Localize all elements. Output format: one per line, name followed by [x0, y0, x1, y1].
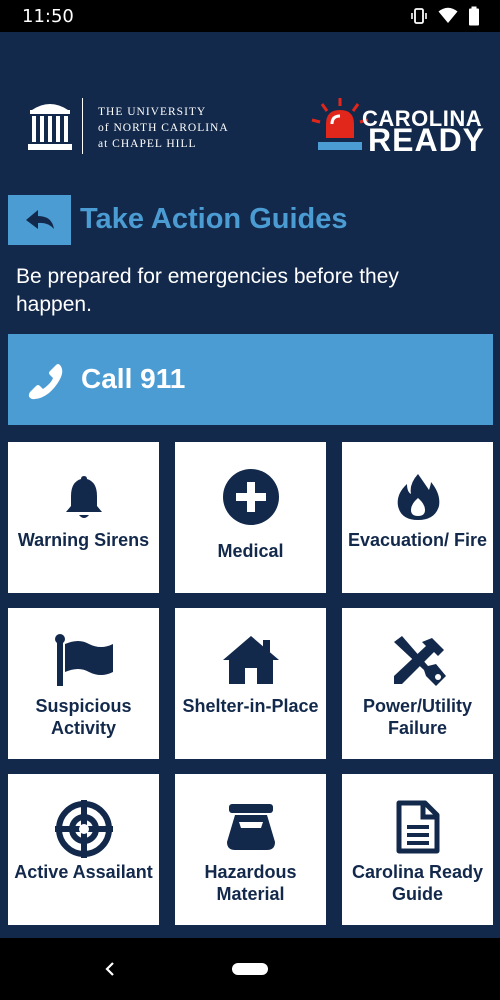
- fire-icon: [397, 474, 439, 520]
- tile-label: Suspicious Activity: [35, 696, 132, 738]
- tile-carolina-ready-guide[interactable]: Carolina Ready Guide: [342, 774, 493, 925]
- nav-back-icon[interactable]: [102, 960, 118, 978]
- tile-label: Carolina Ready Guide: [351, 862, 484, 904]
- logo-divider: [82, 98, 83, 154]
- tile-medical[interactable]: Medical: [175, 442, 326, 593]
- phone-icon: [28, 364, 63, 400]
- tile-hazardous-material[interactable]: Hazardous Material: [175, 774, 326, 925]
- system-navigation-bar: [0, 938, 500, 1000]
- unc-old-well-logo: [28, 104, 72, 150]
- unc-wordmark: THE UNIVERSITY of NORTH CAROLINA at CHAP…: [98, 104, 229, 152]
- back-button[interactable]: [8, 195, 71, 245]
- siren-icon: [311, 98, 369, 150]
- call-911-button[interactable]: Call 911: [8, 334, 493, 425]
- nav-home-pill[interactable]: [232, 963, 268, 975]
- page-title: Take Action Guides: [80, 203, 348, 235]
- tile-suspicious-activity[interactable]: Suspicious Activity: [8, 608, 159, 759]
- reply-arrow-icon: [26, 210, 54, 229]
- medical-cross-icon: [222, 469, 279, 525]
- unc-line-3: at CHAPEL HILL: [98, 138, 197, 150]
- house-icon: [222, 636, 279, 684]
- flag-icon: [54, 634, 113, 686]
- tile-label: Shelter-in-Place: [182, 696, 319, 716]
- tile-label: Hazardous Material: [204, 862, 297, 904]
- tile-label: Evacuation/ Fire: [347, 530, 488, 550]
- unc-line-2: of NORTH CAROLINA: [98, 122, 229, 134]
- battery-icon: [469, 6, 479, 26]
- tile-label: Medical: [217, 541, 284, 561]
- crosshair-icon: [54, 800, 113, 858]
- tile-label: Active Assailant: [14, 862, 153, 882]
- status-icons: [410, 6, 480, 26]
- carolina-ready-line-2: READY: [368, 122, 486, 158]
- status-bar: 11:50: [0, 0, 500, 32]
- wifi-icon: [438, 7, 458, 23]
- tile-label: Power/Utility Failure: [362, 696, 473, 738]
- tile-power-utility-failure[interactable]: Power/Utility Failure: [342, 608, 493, 759]
- tile-active-assailant[interactable]: Active Assailant: [8, 774, 159, 925]
- tools-icon: [393, 636, 446, 686]
- hazmat-container-icon: [226, 804, 275, 850]
- tile-label: Warning Sirens: [17, 530, 150, 550]
- unc-line-1: THE UNIVERSITY: [98, 106, 207, 118]
- tile-shelter-in-place[interactable]: Shelter-in-Place: [175, 608, 326, 759]
- tile-warning-sirens[interactable]: Warning Sirens: [8, 442, 159, 593]
- status-time: 11:50: [22, 6, 74, 27]
- call-911-label: Call 911: [81, 363, 186, 394]
- vibrate-icon: [411, 8, 427, 24]
- document-icon: [396, 800, 439, 854]
- page-subtitle: Be prepared for emergencies before they …: [16, 265, 399, 316]
- tile-evacuation-fire[interactable]: Evacuation/ Fire: [342, 442, 493, 593]
- bell-icon: [65, 476, 102, 518]
